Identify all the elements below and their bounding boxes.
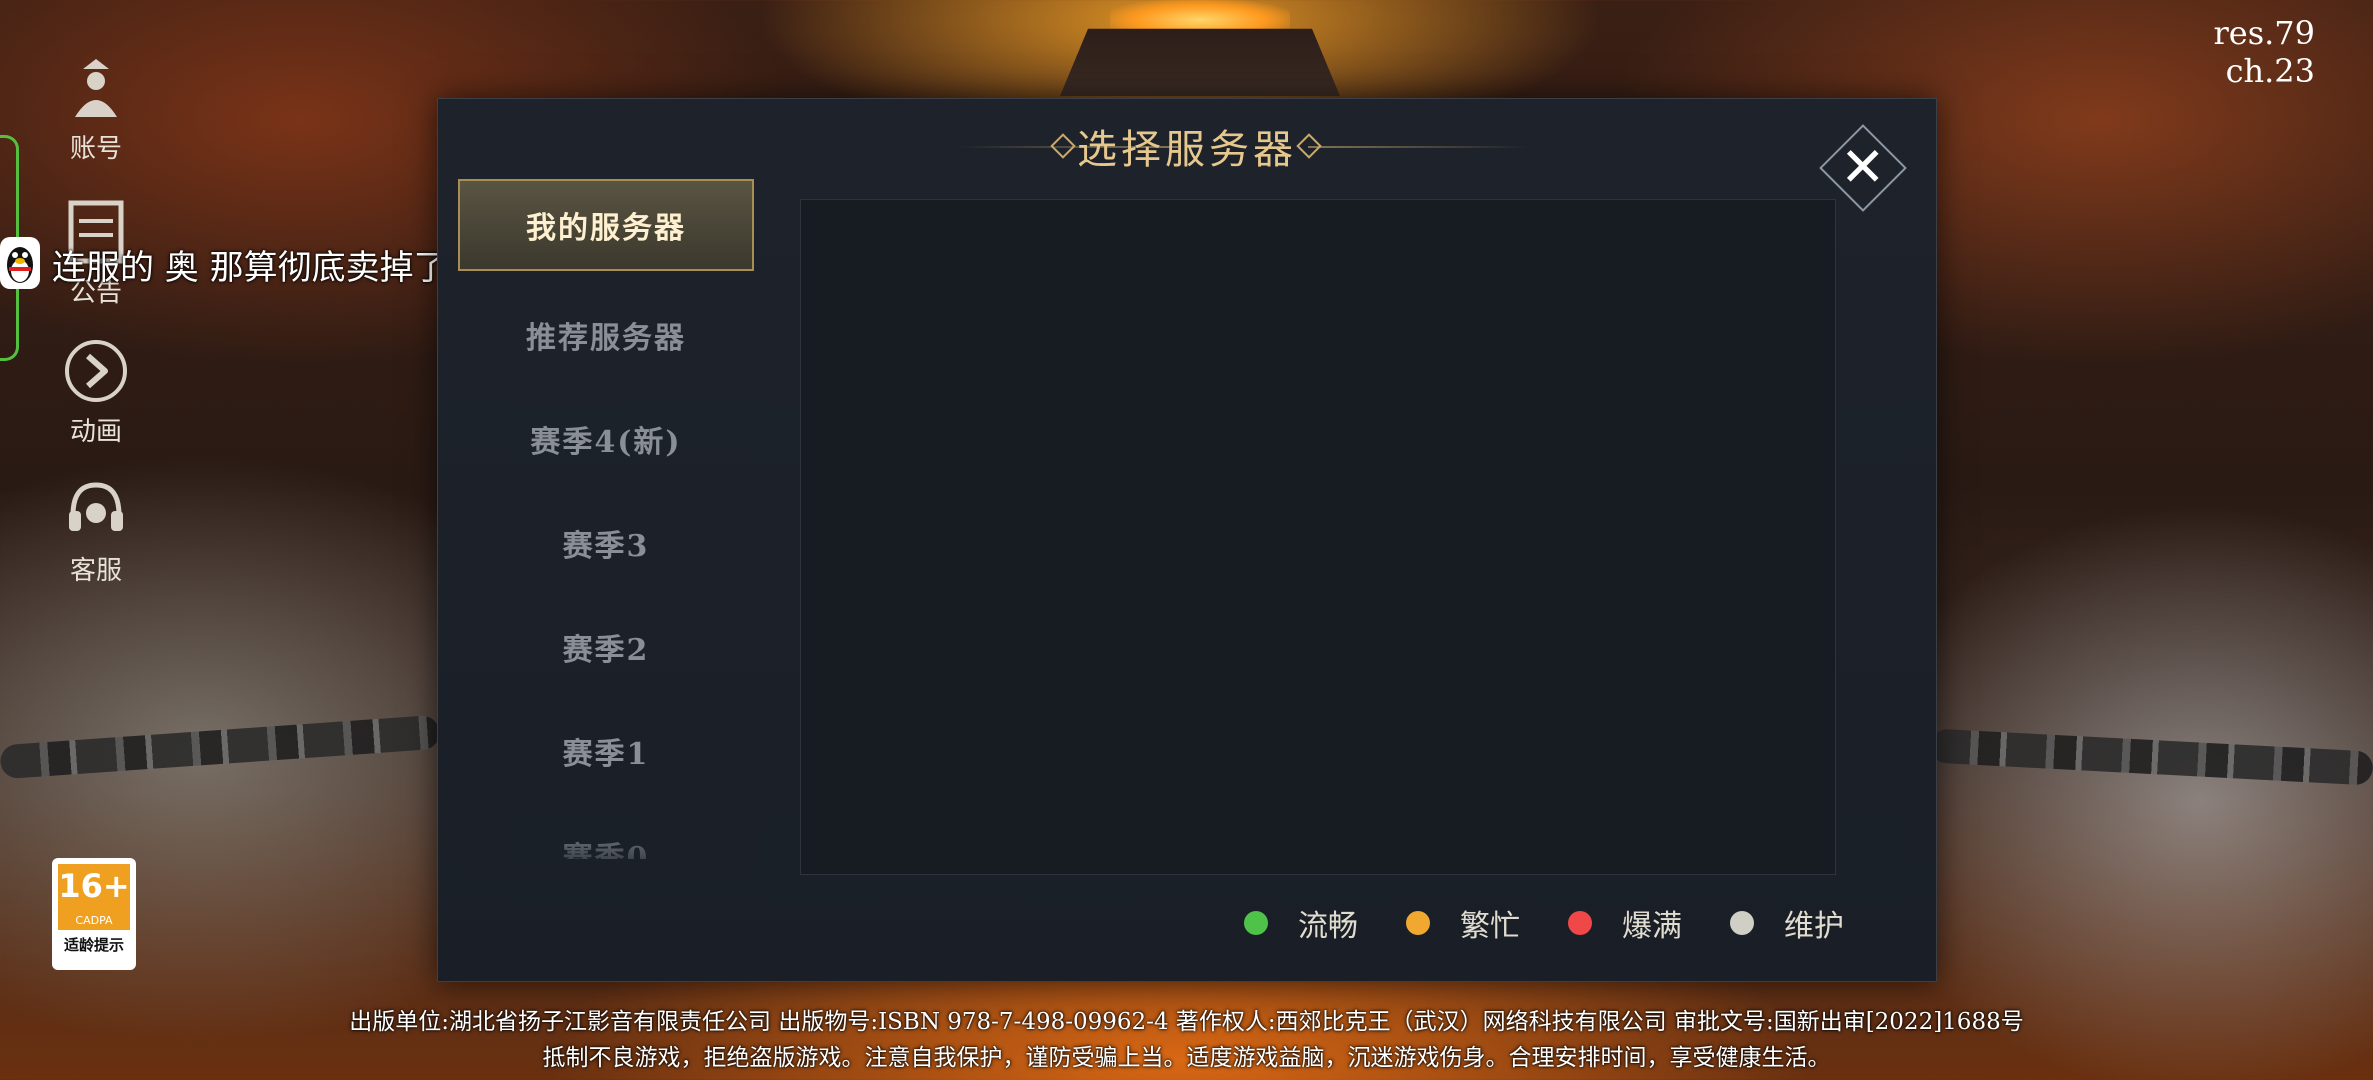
background-chain-left: [0, 714, 441, 780]
sidebar-item-account[interactable]: 账号: [40, 52, 152, 165]
status-dot-gray-icon: [1730, 911, 1754, 935]
legend-label: 维护: [1784, 909, 1844, 944]
tab-list-fade: [458, 819, 754, 879]
tab-season-4-new[interactable]: 赛季4(新): [458, 387, 754, 491]
tab-season-2[interactable]: 赛季2: [458, 595, 754, 699]
sidebar-item-support[interactable]: 客服: [40, 474, 152, 587]
footer-publisher-info: 出版单位:湖北省扬子江影音有限责任公司 出版物号:ISBN 978-7-498-…: [349, 1009, 2024, 1035]
tab-recommended-servers[interactable]: 推荐服务器: [458, 283, 754, 387]
legend-item-full: 爆满: [1568, 901, 1682, 945]
qq-penguin-icon[interactable]: [0, 237, 40, 289]
legend-label: 流畅: [1298, 909, 1358, 944]
support-icon: [60, 474, 132, 546]
status-dot-green-icon: [1244, 911, 1268, 935]
sidebar-item-label: 动画: [69, 417, 122, 447]
server-select-dialog: 选择服务器 ✕ 我的服务器 推荐服务器 赛季4(新) 赛季3 赛季2 赛季1 赛…: [437, 98, 1937, 982]
tab-my-servers[interactable]: 我的服务器: [458, 179, 754, 271]
footer-health-notice: 抵制不良游戏，拒绝盗版游戏。注意自我保护，谨防受骗上当。适度游戏益脑，沉迷游戏伤…: [542, 1045, 1831, 1071]
age-rating-org: CADPA: [75, 914, 113, 927]
marquee-message: 连服的 奥 那算彻底卖掉了: [52, 248, 448, 288]
legend-item-maintenance: 维护: [1730, 901, 1844, 945]
legend-label: 繁忙: [1460, 909, 1520, 944]
debug-info: res.79 ch.23: [2213, 14, 2315, 90]
legend-item-busy: 繁忙: [1406, 901, 1520, 945]
age-rating-badge: 16+ CADPA 适龄提示: [52, 858, 136, 970]
server-status-legend: 流畅 繁忙 爆满 维护: [1210, 901, 1844, 945]
server-category-list[interactable]: 我的服务器 推荐服务器 赛季4(新) 赛季3 赛季2 赛季1 赛季0: [458, 179, 754, 859]
sidebar-item-label: 账号: [69, 134, 122, 164]
account-icon: [60, 52, 132, 124]
server-list-panel[interactable]: [800, 199, 1836, 875]
tab-season-3[interactable]: 赛季3: [458, 491, 754, 595]
sidebar-item-animation[interactable]: 动画: [40, 335, 152, 448]
play-icon: [60, 335, 132, 407]
legend-label: 爆满: [1622, 909, 1682, 944]
close-icon: ✕: [1840, 136, 1886, 199]
age-rating-value: 16+: [58, 867, 130, 905]
sidebar-item-label: 客服: [69, 556, 122, 586]
tab-season-1[interactable]: 赛季1: [458, 699, 754, 803]
background-chain-right: [1929, 728, 2373, 786]
debug-ch: ch.23: [2225, 52, 2315, 90]
status-dot-red-icon: [1568, 911, 1592, 935]
age-rating-caption: 适龄提示: [63, 936, 124, 954]
status-dot-orange-icon: [1406, 911, 1430, 935]
age-rating-value-box: 16+ CADPA: [58, 864, 130, 930]
dialog-title: 选择服务器: [1077, 127, 1297, 173]
debug-res: res.79: [2213, 14, 2315, 52]
legend-item-smooth: 流畅: [1244, 901, 1358, 945]
